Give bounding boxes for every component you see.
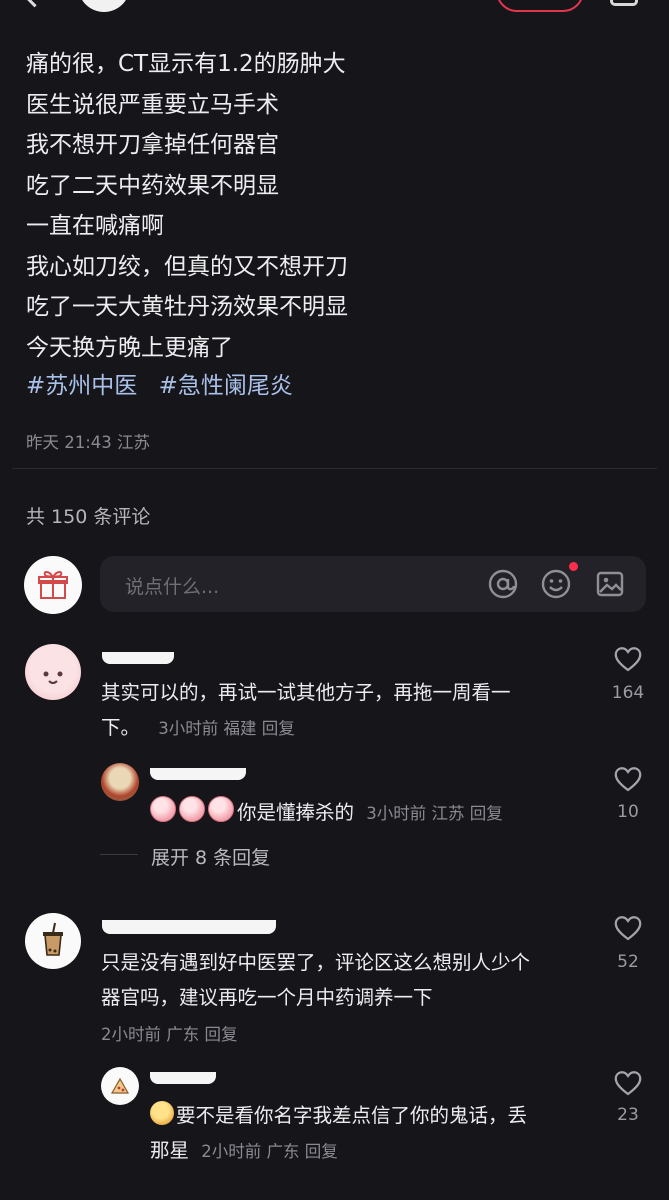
replier-avatar[interactable] (101, 763, 139, 801)
hashtag-link[interactable]: #急性阑尾炎 (159, 373, 293, 399)
comment-count: 共 150 条评论 (26, 506, 151, 528)
author-avatar[interactable] (78, 0, 130, 12)
post-location: 江苏 (117, 433, 151, 452)
like-count: 164 (611, 683, 645, 703)
reply-meta: 3小时前 江苏 回复 (366, 804, 503, 823)
post-line: 医生说很严重要立马手术 (26, 91, 279, 118)
hashtag-row: #苏州中医 #急性阑尾炎 (26, 366, 307, 406)
duck-emoji-icon (150, 1101, 174, 1125)
at-mention-icon[interactable] (487, 568, 519, 600)
divider (12, 468, 657, 469)
like-count: 52 (617, 952, 639, 972)
like-heart-icon[interactable] (614, 646, 642, 672)
post-line: 今天换方晚上更痛了 (26, 334, 233, 361)
redacted-username (102, 652, 174, 664)
commenter-avatar[interactable] (25, 644, 81, 700)
post-time: 昨天 21:43 (26, 433, 112, 452)
comment-text: 只是没有遇到好中医罢了，评论区这么想别人少个 器官吗，建议再吃一个月中药调养一下 (101, 951, 531, 1009)
commenter-avatar[interactable] (25, 913, 81, 969)
reply-text: 要不是看你名字我差点信了你的鬼话，丢 那星 2小时前 广东 回复 (150, 1098, 527, 1169)
share-icon[interactable] (610, 0, 638, 6)
post-line: 吃了二天中药效果不明显 (26, 172, 279, 199)
like-heart-icon[interactable] (614, 915, 642, 941)
reply-button[interactable]: 回复 (205, 1025, 238, 1044)
hashtag-link[interactable]: #苏州中医 (26, 373, 137, 399)
comment-meta: 2小时前 广东 回复 (101, 1025, 238, 1044)
expand-divider (100, 854, 138, 855)
expand-replies-button[interactable]: 展开 8 条回复 (151, 843, 270, 870)
redacted-username (150, 1072, 216, 1084)
peach-emoji-icon (208, 796, 234, 822)
emoji-icon[interactable] (540, 568, 572, 600)
back-icon[interactable] (19, 0, 50, 8)
reply-button[interactable]: 回复 (262, 719, 295, 738)
post-line: 痛的很，CT显示有1.2的肠肿大 (26, 51, 346, 77)
comment-meta: 3小时前 福建 回复 (158, 719, 295, 738)
reply-button[interactable]: 回复 (470, 804, 503, 823)
image-icon[interactable] (594, 568, 626, 600)
like-heart-icon[interactable] (614, 1070, 642, 1096)
peach-emoji-icon (150, 796, 176, 822)
redacted-username (102, 920, 276, 934)
post-body: 痛的很，CT显示有1.2的肠肿大 医生说很严重要立马手术 我不想开刀拿掉任何器官… (26, 44, 348, 368)
peach-emoji-icon (179, 796, 205, 822)
comment-text: 其实可以的，再试一试其他方子，再拖一周看一 下。 3小时前 福建 回复 (101, 681, 511, 739)
follow-button[interactable] (496, 0, 584, 12)
post-meta: 昨天 21:43 江苏 (26, 429, 150, 453)
reply-text: 你是懂捧杀的 3小时前 江苏 回复 (150, 795, 503, 831)
redacted-username (150, 768, 246, 780)
comment-placeholder: 说点什么... (125, 576, 220, 598)
notification-dot (569, 562, 578, 571)
post-line: 我不想开刀拿掉任何器官 (26, 132, 279, 158)
reply-button[interactable]: 回复 (305, 1142, 338, 1161)
like-count: 23 (617, 1105, 639, 1125)
post-line: 吃了一天大黄牡丹汤效果不明显 (26, 294, 348, 320)
post-line: 一直在喊痛啊 (26, 213, 164, 239)
reply-meta: 2小时前 广东 回复 (201, 1142, 338, 1161)
gift-icon[interactable] (24, 556, 82, 614)
like-count: 10 (617, 802, 639, 822)
replier-avatar[interactable] (101, 1067, 139, 1105)
post-line: 我心如刀绞，但真的又不想开刀 (26, 253, 348, 280)
like-heart-icon[interactable] (614, 766, 642, 792)
